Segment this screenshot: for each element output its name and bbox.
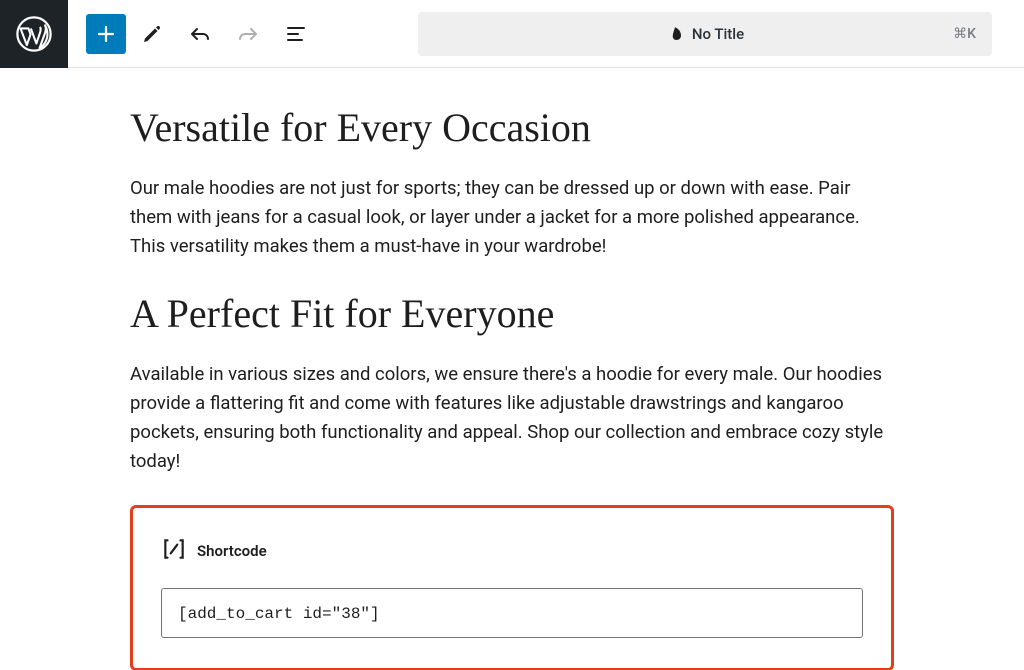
command-shortcut-hint: ⌘K [953, 26, 976, 42]
leaf-icon [666, 25, 684, 43]
wordpress-logo[interactable] [0, 0, 68, 68]
shortcode-icon [161, 536, 187, 566]
title-bar: No Title ⌘K [418, 12, 992, 56]
document-title-text: No Title [692, 25, 744, 43]
shortcode-block[interactable]: Shortcode [130, 505, 894, 670]
add-block-button[interactable] [86, 14, 126, 54]
heading-block[interactable]: A Perfect Fit for Everyone [130, 290, 894, 338]
shortcode-input-container [161, 588, 863, 638]
document-overview-button[interactable] [274, 12, 318, 56]
toolbar-left-group [68, 12, 318, 56]
document-title-button[interactable]: No Title ⌘K [418, 12, 992, 56]
edit-mode-button[interactable] [130, 12, 174, 56]
editor-top-toolbar: No Title ⌘K [0, 0, 1024, 68]
shortcode-input[interactable] [178, 605, 846, 623]
paragraph-block[interactable]: Our male hoodies are not just for sports… [130, 174, 894, 262]
redo-button[interactable] [226, 12, 270, 56]
shortcode-block-label: Shortcode [197, 542, 267, 560]
undo-button[interactable] [178, 12, 222, 56]
shortcode-block-header: Shortcode [161, 536, 863, 566]
paragraph-block[interactable]: Available in various sizes and colors, w… [130, 360, 894, 477]
editor-content: Versatile for Every Occasion Our male ho… [102, 68, 922, 670]
heading-block[interactable]: Versatile for Every Occasion [130, 104, 894, 152]
